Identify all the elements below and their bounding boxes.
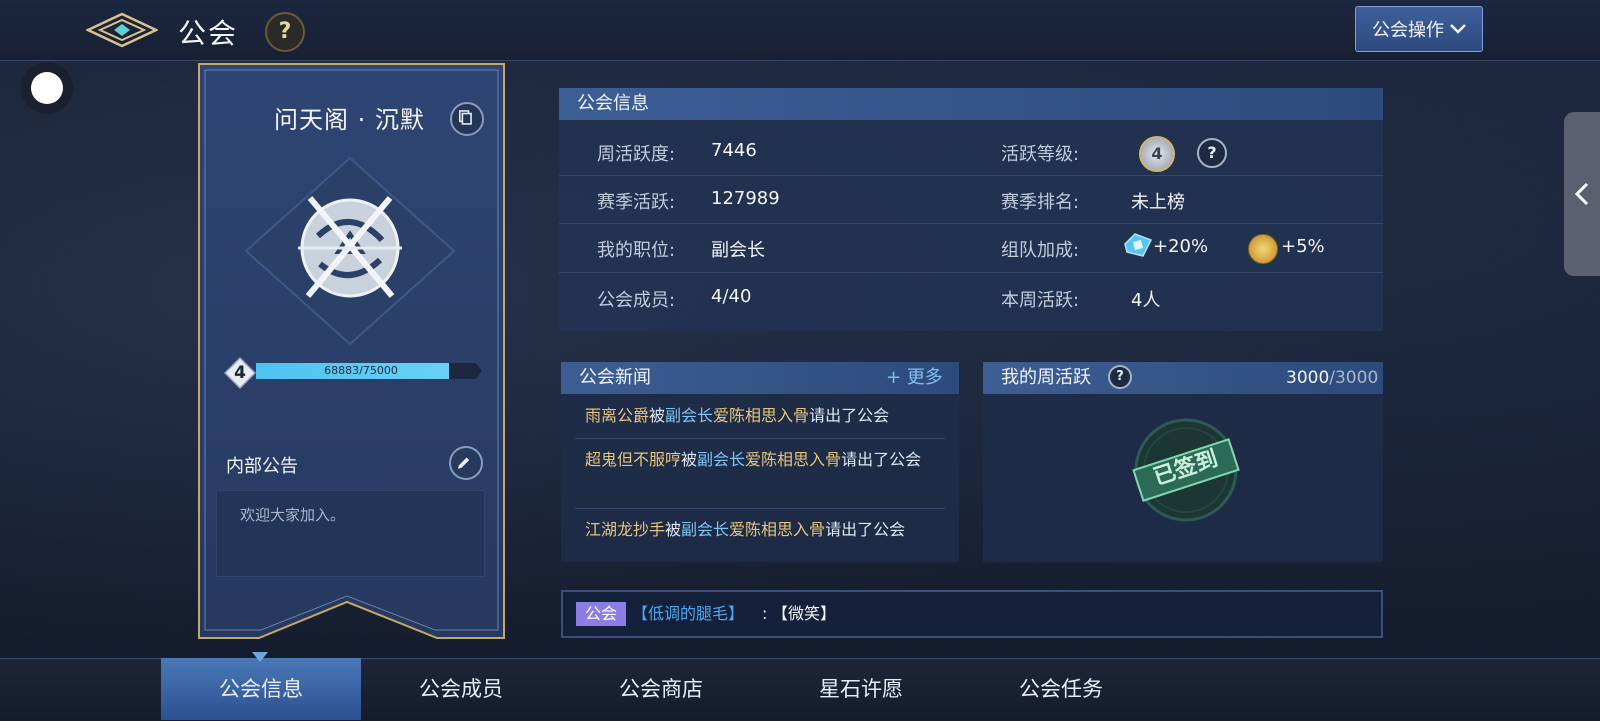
chat-separator: : (762, 604, 768, 623)
team-bonus-crystal-value: +20% (1153, 236, 1209, 257)
list-item: 江湖龙抄手被副会长爱陈相思入骨请出了公会 (585, 520, 906, 539)
guild-emblem-icon (244, 156, 456, 346)
activity-level-value: 4 (1151, 144, 1163, 163)
side-drawer-tab[interactable] (1564, 112, 1600, 276)
guild-level: 4 (234, 363, 246, 383)
chat-speaker-name[interactable]: 【低调的腿毛】 (632, 602, 744, 626)
season-rank-value: 未上榜 (1131, 192, 1185, 213)
my-position-value: 副会长 (711, 240, 765, 261)
chat-message: 【微笑】 (772, 604, 837, 623)
guild-name: 问天阁 · 沉默 (274, 106, 425, 134)
news-more-label: 更多 (906, 367, 943, 388)
plus-icon: + (886, 367, 907, 388)
guild-news-list: 雨离公爵被副会长爱陈相思入骨请出了公会 超鬼但不服哼被副会长爱陈相思入骨请出了公… (561, 394, 959, 562)
tab-guild-info[interactable]: 公会信息 (161, 658, 361, 720)
chevron-left-icon (1574, 182, 1589, 206)
guild-info-panel: 周活跃度: 7446 活跃等级: 4 ? 赛季活跃: 127989 赛季排名: … (559, 120, 1383, 331)
tab-guild-tasks[interactable]: 公会任务 (961, 658, 1161, 720)
divider (575, 508, 945, 509)
tab-star-wish[interactable]: 星石许愿 (761, 658, 961, 720)
list-item: 超鬼但不服哼被副会长爱陈相思入骨请出了公会 (585, 450, 922, 469)
news-more-link[interactable]: + 更多 (886, 362, 943, 394)
page-title: 公会 (178, 17, 239, 50)
chevron-down-icon (1450, 24, 1466, 34)
xp-progress-text: 68883/75000 (324, 364, 398, 377)
weekly-activity-label: 周活跃度: (597, 144, 676, 165)
activity-level-help-button[interactable]: ? (1197, 138, 1227, 168)
season-rank-label: 赛季排名: (1001, 192, 1080, 213)
team-bonus-crystal-icon (1124, 233, 1153, 257)
help-button[interactable]: ? (265, 12, 305, 52)
internal-notice-title: 内部公告 (226, 456, 298, 477)
divider (575, 438, 945, 439)
guild-operations-button[interactable]: 公会操作 (1355, 6, 1483, 52)
chat-channel-tag: 公会 (576, 602, 626, 626)
my-weekly-activity-title: 我的周活跃 (1001, 367, 1091, 388)
guild-members-value: 4/40 (711, 286, 752, 307)
tab-guild-members[interactable]: 公会成员 (361, 658, 561, 720)
weekly-activity-value: 7446 (711, 140, 757, 161)
back-arrow-icon[interactable] (86, 10, 158, 50)
weekly-active-label: 本周活跃: (1001, 290, 1080, 311)
weekly-activity-score: 3000/3000 (1286, 368, 1379, 388)
team-bonus-coin-value: +5% (1281, 236, 1325, 257)
guild-info-header: 公会信息 (559, 88, 1383, 120)
guild-members-label: 公会成员: (597, 290, 676, 311)
divider (559, 223, 1383, 224)
floating-assist-button[interactable] (21, 62, 73, 114)
team-bonus-coin-icon (1248, 234, 1278, 264)
weekly-activity-help-button[interactable]: ? (1108, 365, 1132, 389)
divider (559, 175, 1383, 176)
active-tab-caret-icon (252, 652, 268, 662)
internal-notice-text: 欢迎大家加入。 (240, 506, 346, 524)
season-activity-label: 赛季活跃: (597, 192, 676, 213)
list-item: 雨离公爵被副会长爱陈相思入骨请出了公会 (585, 406, 890, 425)
weekly-active-value: 4人 (1131, 290, 1161, 311)
xp-bar-end-cap (466, 363, 482, 379)
edit-pencil-icon[interactable] (449, 446, 483, 480)
activity-level-badge: 4 (1139, 136, 1175, 172)
tab-guild-shop[interactable]: 公会商店 (561, 658, 761, 720)
guild-operations-label: 公会操作 (1372, 20, 1444, 41)
copy-icon[interactable] (450, 102, 484, 136)
divider (559, 272, 1383, 273)
team-bonus-label: 组队加成: (1001, 240, 1080, 261)
season-activity-value: 127989 (711, 188, 780, 209)
activity-level-label: 活跃等级: (1001, 144, 1080, 165)
my-position-label: 我的职位: (597, 240, 676, 261)
